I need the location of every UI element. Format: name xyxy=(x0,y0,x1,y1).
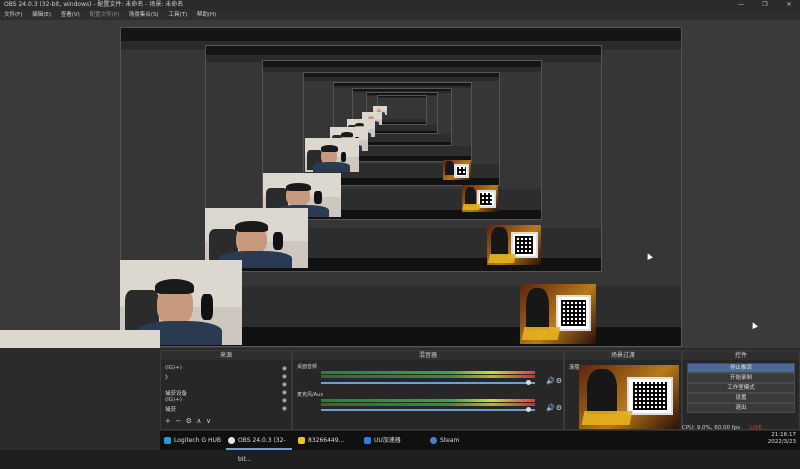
menu-file[interactable]: 文件(F) xyxy=(4,12,22,18)
controls-dock: 控件 停止推流 开始录制 工作室模式 设置 退出 xyxy=(682,350,800,430)
cursor-icon xyxy=(750,321,758,329)
controls-title: 控件 xyxy=(683,351,799,360)
transitions-dock: 场景过渡 渐隐 xyxy=(564,350,682,430)
sources-dock: 来源 (IG)+) 》 捕获设备 (IG)+) 捕获 ◉ ◉ ◉ ◉ ◉ ◉ +… xyxy=(160,350,292,430)
clock-date: 2022/3/23 xyxy=(767,439,796,445)
mixer-title: 混音器 xyxy=(293,351,563,360)
source-item[interactable]: 捕获设备 xyxy=(165,389,187,397)
webcam-feed xyxy=(305,138,359,172)
taskbar-clock[interactable]: 21:16:17 2022/3/23 xyxy=(768,432,796,446)
gear-icon[interactable]: ⚙ xyxy=(556,377,562,385)
exit-button[interactable]: 退出 xyxy=(687,403,795,413)
volume-knob[interactable] xyxy=(526,380,531,385)
remove-source-button[interactable]: − xyxy=(175,417,181,425)
poster-ad xyxy=(520,284,596,344)
taskbar-item-uu[interactable]: UU加速器 xyxy=(362,431,438,450)
eye-icon[interactable]: ◉ xyxy=(282,405,287,412)
menu-view[interactable]: 查看(V) xyxy=(61,12,80,18)
move-up-button[interactable]: ∧ xyxy=(196,417,201,425)
gear-icon[interactable]: ⚙ xyxy=(556,404,562,412)
mixer-track-label: 麦克风/Aux xyxy=(297,392,324,398)
menu-bar: 文件(F) 编辑(E) 查看(V) 配置文件(P) 场景集合(S) 工具(T) … xyxy=(0,10,800,20)
menu-edit[interactable]: 编辑(E) xyxy=(32,12,51,18)
volume-slider[interactable] xyxy=(321,409,535,411)
audio-meter xyxy=(321,403,535,406)
taskbar-item-obs[interactable]: OBS 24.0.3 (32-bit... xyxy=(226,431,292,463)
source-item[interactable]: 》 xyxy=(165,373,171,381)
poster-ad xyxy=(462,185,498,212)
poster-ad xyxy=(487,225,541,265)
audio-meter xyxy=(321,399,535,402)
speaker-icon[interactable]: 🔊 xyxy=(546,404,555,412)
poster-ad xyxy=(443,160,471,180)
source-item[interactable]: (IG)+) xyxy=(165,365,182,371)
gear-icon[interactable]: ⚙ xyxy=(186,417,192,425)
studio-mode-button[interactable]: 工作室模式 xyxy=(687,383,795,393)
source-item[interactable]: 捕获 xyxy=(165,405,176,413)
uu-icon xyxy=(364,437,371,444)
obs-icon xyxy=(228,437,235,444)
taskbar-item-label: Logitech G HUB xyxy=(174,437,222,444)
eye-icon[interactable]: ◉ xyxy=(282,365,287,372)
logitech-icon xyxy=(164,437,171,444)
settings-button[interactable]: 设置 xyxy=(687,393,795,403)
speaker-icon[interactable]: 🔊 xyxy=(546,377,555,385)
add-source-button[interactable]: + xyxy=(165,417,171,425)
mixer-track-label: 桌面音频 xyxy=(297,364,318,370)
menu-tools[interactable]: 工具(T) xyxy=(168,12,187,18)
taskbar-item-label: Steam xyxy=(440,437,460,444)
move-down-button[interactable]: ∨ xyxy=(206,417,211,425)
eye-icon[interactable]: ◉ xyxy=(282,397,287,404)
volume-slider[interactable] xyxy=(321,382,535,384)
preview-canvas[interactable] xyxy=(0,20,800,450)
menu-profile[interactable]: 配置文件(P) xyxy=(90,12,120,18)
maximize-button[interactable]: ❐ xyxy=(754,0,776,10)
start-recording-button[interactable]: 开始录制 xyxy=(687,373,795,383)
audio-meter xyxy=(321,371,535,374)
webcam-feed xyxy=(205,208,308,268)
poster-ad xyxy=(579,365,679,429)
taskbar-item-steam[interactable]: Steam xyxy=(428,431,500,450)
source-item[interactable]: (IG)+) xyxy=(165,397,182,403)
taskbar-item-qq[interactable]: 83266449... xyxy=(296,431,372,450)
eye-icon[interactable]: ◉ xyxy=(282,373,287,380)
menu-scene-collection[interactable]: 场景集合(S) xyxy=(129,12,159,18)
taskbar-item-label: OBS 24.0.3 (32-bit... xyxy=(238,437,286,463)
mixer-dock: 混音器 桌面音频 🔊 ⚙ 麦克风/Aux 🔊 ⚙ xyxy=(292,350,564,430)
taskbar-item-logitech[interactable]: Logitech G HUB xyxy=(162,431,236,450)
taskbar-item-label: UU加速器 xyxy=(374,437,401,444)
close-button[interactable]: ✕ xyxy=(778,0,800,10)
window-title: OBS 24.0.3 (32-bit, windows) - 配置文件: 未命名… xyxy=(4,1,184,8)
volume-knob[interactable] xyxy=(526,407,531,412)
clock-time: 21:16:17 xyxy=(771,432,796,438)
sources-title: 来源 xyxy=(161,351,291,360)
menu-help[interactable]: 帮助(H) xyxy=(197,12,216,18)
audio-meter xyxy=(321,375,535,378)
eye-icon[interactable]: ◉ xyxy=(282,381,287,388)
steam-icon xyxy=(430,437,437,444)
stop-streaming-button[interactable]: 停止推流 xyxy=(687,363,795,373)
minimize-button[interactable]: — xyxy=(730,0,752,10)
qq-icon xyxy=(298,437,305,444)
eye-icon[interactable]: ◉ xyxy=(282,389,287,396)
transitions-title: 场景过渡 xyxy=(565,351,681,360)
taskbar-item-label: 83266449... xyxy=(308,437,345,444)
window-title-bar: OBS 24.0.3 (32-bit, windows) - 配置文件: 未命名… xyxy=(0,0,800,10)
